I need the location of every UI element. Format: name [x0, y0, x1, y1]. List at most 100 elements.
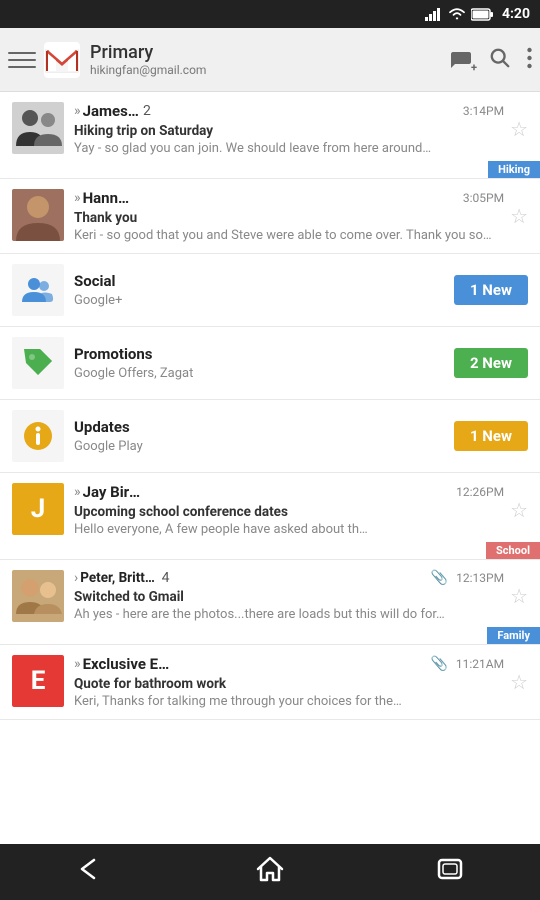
star-peter[interactable]: ☆	[510, 584, 528, 608]
email-content-peter: › Peter, Brittany, me 4 📎 12:13PM Switch…	[74, 570, 504, 622]
count-james: 2	[143, 103, 151, 119]
sender-james: James, me	[83, 102, 139, 120]
bottom-nav	[0, 844, 540, 900]
app-bar: Primary hikingfan@gmail.com +	[0, 28, 540, 92]
sender-exclusive: Exclusive Electricals	[83, 655, 171, 673]
star-jay[interactable]: ☆	[510, 498, 528, 522]
email-item-hannah[interactable]: » Hannah Cho 3:05PM Thank you Keri - so …	[0, 179, 540, 254]
badge-social: 1 New	[454, 275, 528, 305]
double-arrow-exclusive: »	[74, 656, 81, 672]
category-content-updates: Updates Google Play	[74, 418, 454, 454]
avatar-hannah	[12, 189, 64, 241]
info-icon	[22, 420, 54, 452]
preview-james: Yay - so glad you can join. We should le…	[74, 141, 504, 156]
email-item-james[interactable]: » James, me 2 3:14PM Hiking trip on Satu…	[0, 92, 540, 179]
time-james: 3:14PM	[463, 104, 504, 118]
status-time: 4:20	[502, 6, 530, 22]
search-icon	[489, 47, 511, 69]
preview-exclusive: Keri, Thanks for talking me through your…	[74, 694, 504, 709]
email-header-hannah: » Hannah Cho 3:05PM	[74, 189, 504, 207]
app-bar-titles: Primary hikingfan@gmail.com	[90, 42, 449, 77]
badge-promotions: 2 New	[454, 348, 528, 378]
sender-jay: Jay Birdsong	[83, 483, 141, 501]
email-header-james: » James, me 2 3:14PM	[74, 102, 504, 120]
attachment-icon-peter: 📎	[431, 570, 448, 586]
home-button[interactable]	[256, 856, 284, 888]
category-content-social: Social Google+	[74, 272, 454, 308]
recent-button[interactable]	[436, 857, 464, 887]
email-item-peter[interactable]: › Peter, Brittany, me 4 📎 12:13PM Switch…	[0, 560, 540, 645]
double-arrow-jay: »	[74, 484, 81, 500]
promotions-icon-wrap	[12, 337, 64, 389]
email-header-exclusive: » Exclusive Electricals 📎 11:21AM	[74, 655, 504, 673]
star-hannah[interactable]: ☆	[510, 204, 528, 228]
double-arrow-james: »	[74, 103, 81, 119]
avatar-letter-jay: J	[12, 483, 64, 535]
avatar-james	[12, 102, 64, 154]
email-header-jay: » Jay Birdsong 12:26PM	[74, 483, 504, 501]
double-arrow-hannah: »	[74, 190, 81, 206]
category-sub-updates: Google Play	[74, 439, 454, 454]
people-icon	[22, 276, 54, 304]
category-content-promotions: Promotions Google Offers, Zagat	[74, 345, 454, 381]
star-james[interactable]: ☆	[510, 117, 528, 141]
preview-peter: Ah yes - here are the photos...there are…	[74, 607, 504, 622]
battery-icon	[471, 8, 493, 21]
subject-peter: Switched to Gmail	[74, 589, 504, 605]
signal-icon	[425, 7, 443, 21]
back-button[interactable]	[76, 857, 104, 887]
status-bar: 4:20	[0, 0, 540, 28]
category-promotions[interactable]: Promotions Google Offers, Zagat 2 New	[0, 327, 540, 400]
subject-jay: Upcoming school conference dates	[74, 504, 504, 520]
more-icon	[527, 47, 532, 69]
time-peter: 12:13PM	[456, 571, 504, 585]
badge-updates: 1 New	[454, 421, 528, 451]
email-content-exclusive: » Exclusive Electricals 📎 11:21AM Quote …	[74, 655, 504, 709]
email-list: » James, me 2 3:14PM Hiking trip on Satu…	[0, 92, 540, 844]
social-icon-wrap	[12, 264, 64, 316]
tag-peter: Family	[487, 627, 540, 644]
search-button[interactable]	[489, 47, 511, 73]
time-exclusive: 11:21AM	[456, 657, 504, 671]
email-content-james: » James, me 2 3:14PM Hiking trip on Satu…	[74, 102, 504, 156]
avatar-exclusive: E	[12, 655, 64, 707]
updates-icon-wrap	[12, 410, 64, 462]
subject-james: Hiking trip on Saturday	[74, 123, 504, 139]
app-bar-actions: +	[449, 47, 532, 73]
compose-button[interactable]: +	[449, 48, 473, 72]
gmail-logo	[44, 42, 80, 78]
time-hannah: 3:05PM	[463, 191, 504, 205]
sender-peter: Peter, Brittany, me	[80, 570, 157, 586]
subject-hannah: Thank you	[74, 210, 504, 226]
email-content-jay: » Jay Birdsong 12:26PM Upcoming school c…	[74, 483, 504, 537]
category-name-social: Social	[74, 272, 454, 290]
tag-jay: School	[486, 542, 540, 559]
tag-icon	[22, 347, 54, 379]
category-sub-social: Google+	[74, 293, 454, 308]
compose-plus-icon: +	[471, 61, 477, 74]
hamburger-icon[interactable]	[8, 46, 36, 74]
avatar-letter-exclusive: E	[12, 655, 64, 707]
subject-exclusive: Quote for bathroom work	[74, 676, 504, 692]
email-content-hannah: » Hannah Cho 3:05PM Thank you Keri - so …	[74, 189, 504, 243]
star-exclusive[interactable]: ☆	[510, 670, 528, 694]
avatar-peter	[12, 570, 64, 622]
category-name-promotions: Promotions	[74, 345, 454, 363]
more-button[interactable]	[527, 47, 532, 73]
wifi-icon	[448, 7, 466, 21]
email-item-jay[interactable]: J » Jay Birdsong 12:26PM Upcoming school…	[0, 473, 540, 560]
single-arrow-peter: ›	[74, 570, 78, 586]
time-jay: 12:26PM	[456, 485, 504, 499]
category-social[interactable]: Social Google+ 1 New	[0, 254, 540, 327]
preview-hannah: Keri - so good that you and Steve were a…	[74, 228, 504, 243]
email-item-exclusive[interactable]: E » Exclusive Electricals 📎 11:21AM Quot…	[0, 645, 540, 720]
app-bar-title: Primary	[90, 42, 449, 63]
category-sub-promotions: Google Offers, Zagat	[74, 366, 454, 381]
category-updates[interactable]: Updates Google Play 1 New	[0, 400, 540, 473]
app-bar-subtitle: hikingfan@gmail.com	[90, 63, 449, 77]
email-header-peter: › Peter, Brittany, me 4 📎 12:13PM	[74, 570, 504, 586]
status-icons: 4:20	[425, 6, 530, 22]
avatar-jay: J	[12, 483, 64, 535]
category-name-updates: Updates	[74, 418, 454, 436]
attachment-icon-exclusive: 📎	[430, 656, 447, 672]
